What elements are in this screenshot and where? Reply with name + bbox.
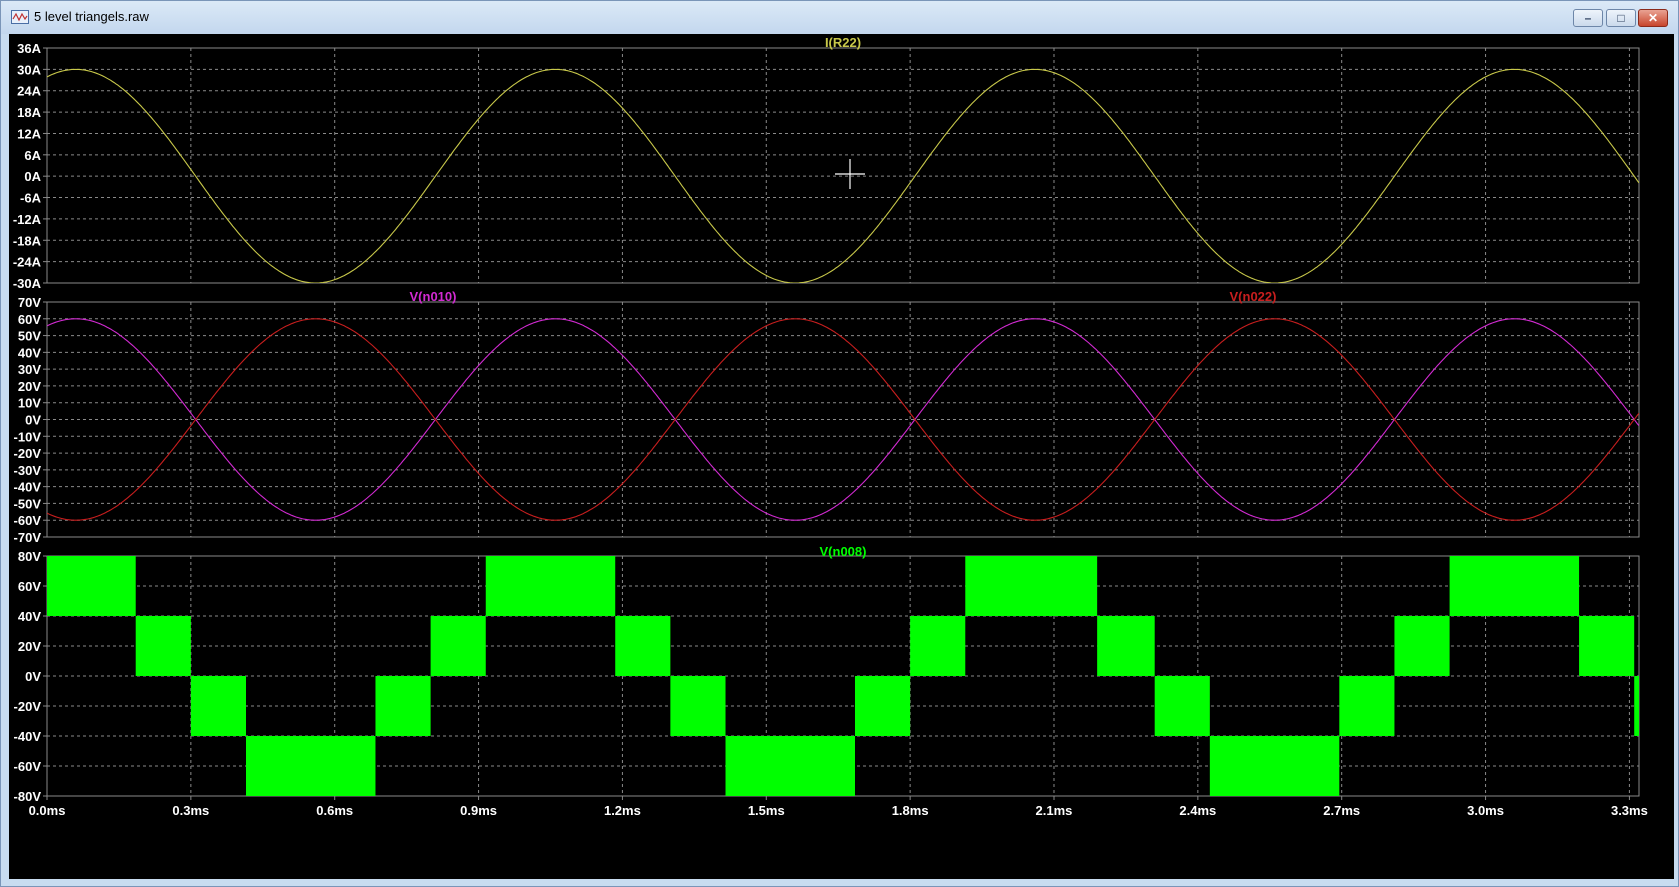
y-tick-label: -60V <box>14 513 42 528</box>
pwm-band <box>725 736 855 796</box>
y-tick-label: -12A <box>13 212 42 227</box>
y-tick-label: -24A <box>13 255 42 270</box>
x-tick-label: 0.9ms <box>460 803 497 818</box>
y-tick-label: -10V <box>14 429 42 444</box>
y-tick-label: 18A <box>17 105 41 120</box>
y-tick-label: 10V <box>18 396 41 411</box>
pwm-band <box>1579 616 1635 676</box>
y-tick-label: 20V <box>18 639 41 654</box>
y-tick-label: -30A <box>13 276 42 291</box>
pwm-band <box>190 676 246 736</box>
plot-area[interactable]: 36A 30A 24A 18A 12A 6A 0A -6A -12A -18A -24A -30A I(… <box>9 34 1674 879</box>
y-tick-label: 80V <box>18 549 41 564</box>
pwm-band <box>1097 616 1155 676</box>
pwm-band <box>1154 676 1210 736</box>
x-tick-label: 2.1ms <box>1036 803 1073 818</box>
close-icon: ✕ <box>1647 11 1659 25</box>
minimize-button[interactable]: – <box>1573 9 1603 27</box>
x-tick-label: 0.3ms <box>172 803 209 818</box>
y-tick-label: 0A <box>24 169 41 184</box>
close-button[interactable]: ✕ <box>1638 9 1668 27</box>
y-tick-label: 0V <box>25 413 41 428</box>
pwm-band <box>670 676 726 736</box>
y-tick-label: -20V <box>14 699 42 714</box>
y-tick-label: -40V <box>14 480 42 495</box>
y-tick-label: -80V <box>14 789 42 804</box>
y-tick-label: 50V <box>18 329 41 344</box>
y-tick-label: 70V <box>18 295 41 310</box>
y-tick-label: 60V <box>18 579 41 594</box>
waveform-file-icon <box>11 10 29 24</box>
pwm-band <box>246 736 376 796</box>
trace-label: V(n010) <box>410 289 457 304</box>
pwm-band <box>430 616 486 676</box>
y-tick-label: -40V <box>14 729 42 744</box>
y-tick-label: 20V <box>18 379 41 394</box>
x-tick-label: 3.0ms <box>1467 803 1504 818</box>
pwm-band <box>375 676 431 736</box>
y-tick-label: -30V <box>14 463 42 478</box>
y-tick-label: 30A <box>17 62 41 77</box>
y-tick-label: 30V <box>18 362 41 377</box>
y-tick-label: 60V <box>18 312 41 327</box>
pwm-band <box>1394 616 1450 676</box>
maximize-icon: □ <box>1617 11 1625 25</box>
trace-label: I(R22) <box>825 35 861 50</box>
x-tick-label: 1.5ms <box>748 803 785 818</box>
y-tick-label: -20V <box>14 446 42 461</box>
window-title: 5 level triangels.raw <box>34 9 149 24</box>
plot-canvas[interactable]: 36A 30A 24A 18A 12A 6A 0A -6A -12A -18A -24A -30A I(… <box>9 34 1674 879</box>
x-tick-label: 0.0ms <box>29 803 66 818</box>
pwm-band <box>1339 676 1395 736</box>
y-tick-label: 0V <box>25 669 41 684</box>
y-tick-label: 36A <box>17 41 41 56</box>
y-tick-label: -60V <box>14 759 42 774</box>
y-tick-label: 6A <box>24 148 41 163</box>
y-tick-label: -18A <box>13 233 42 248</box>
pwm-band <box>485 556 616 616</box>
pwm-band <box>910 616 966 676</box>
pwm-band <box>1634 676 1639 736</box>
maximize-button[interactable]: □ <box>1606 9 1636 27</box>
pwm-band <box>854 676 911 736</box>
y-tick-label: 40V <box>18 609 41 624</box>
x-tick-label: 1.2ms <box>604 803 641 818</box>
pwm-band <box>1449 556 1580 616</box>
pwm-band <box>615 616 671 676</box>
x-tick-label: 0.6ms <box>316 803 353 818</box>
pwm-band <box>135 616 191 676</box>
pwm-band <box>965 556 1098 616</box>
y-tick-label: 40V <box>18 345 41 360</box>
trace-label: V(n008) <box>820 544 867 559</box>
y-tick-label: -6A <box>20 191 42 206</box>
x-tick-label: 3.3ms <box>1611 803 1648 818</box>
pwm-band <box>1209 736 1340 796</box>
waveform-viewer-window: 5 level triangels.raw – □ ✕ 36A 30A 24A 18A… <box>0 0 1679 887</box>
minimize-icon: – <box>1584 11 1592 25</box>
x-tick-label: 1.8ms <box>892 803 929 818</box>
title-bar[interactable]: 5 level triangels.raw – □ ✕ <box>1 1 1678 34</box>
y-tick-label: -50V <box>14 496 42 511</box>
x-tick-label: 2.7ms <box>1323 803 1360 818</box>
pwm-band <box>47 556 136 616</box>
y-tick-label: 24A <box>17 84 41 99</box>
x-tick-label: 2.4ms <box>1179 803 1216 818</box>
y-tick-label: 12A <box>17 126 41 141</box>
y-tick-label: -70V <box>14 530 42 545</box>
trace-label: V(n022) <box>1230 289 1277 304</box>
